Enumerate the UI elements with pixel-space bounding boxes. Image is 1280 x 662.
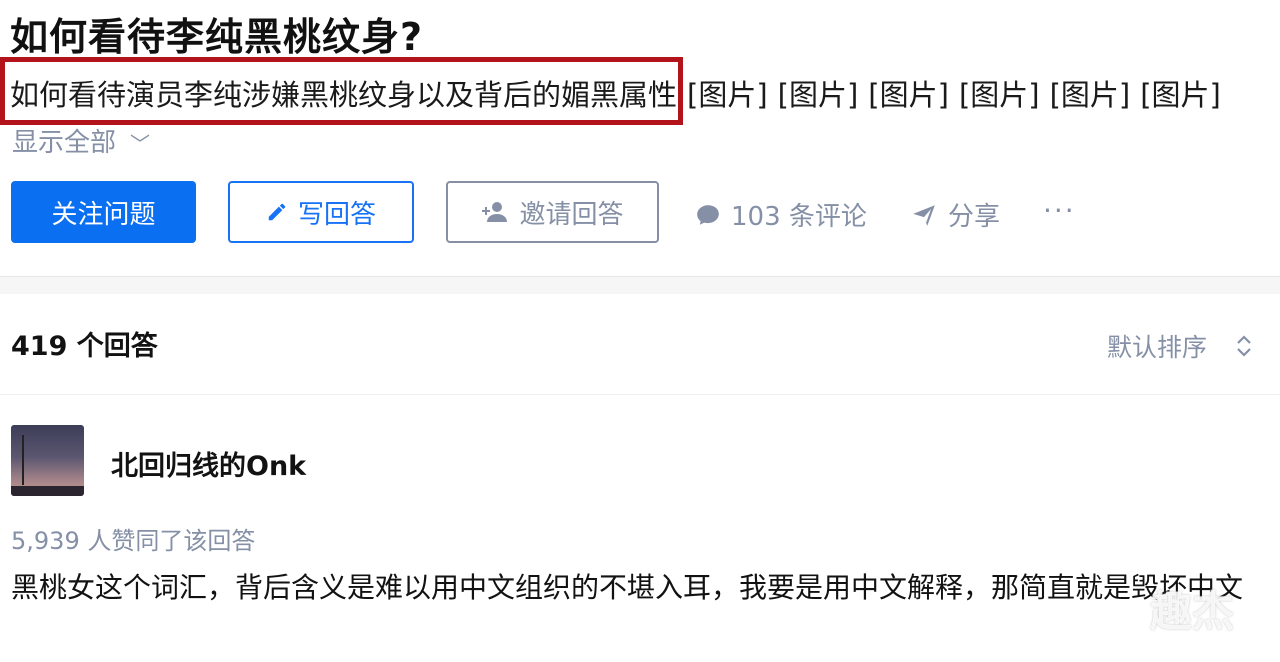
show-all-toggle[interactable]: 显示全部 ﹀ — [12, 122, 150, 154]
add-user-icon — [482, 202, 508, 222]
follow-question-label: 关注问题 — [51, 199, 156, 230]
avatar[interactable] — [11, 425, 84, 496]
watermark: 趣杰 — [1150, 587, 1235, 636]
more-icon[interactable]: ··· — [1043, 194, 1076, 227]
answer-content[interactable]: 黑桃女这个词汇，背后含义是难以用中文组织的不堪入耳，我要是用中文解释，那简直就是… — [11, 566, 1273, 610]
image-tag[interactable]: [图片] — [1140, 78, 1221, 112]
share-label: 分享 — [948, 202, 1001, 232]
sort-label: 默认排序 — [1107, 333, 1208, 362]
comment-icon — [697, 204, 719, 225]
sort-dropdown[interactable]: 默认排序 — [1107, 328, 1253, 364]
divider — [0, 394, 1280, 395]
question-title: 如何看待李纯黑桃纹身? — [10, 15, 424, 59]
image-tag[interactable]: [图片] — [868, 78, 949, 112]
write-answer-button[interactable]: 写回答 — [228, 181, 414, 243]
answer-count: 419 个回答 — [11, 331, 158, 362]
avatar-photo-detail — [22, 435, 24, 485]
answers-section: 419 个回答 默认排序 北回归线的Onk 5,939 人赞同了该回答 黑桃女这… — [0, 294, 1280, 662]
question-detail: 如何看待演员李纯涉嫌黑桃纹身以及背后的媚黑属性 [图片] [图片] [图片] [图片] [… — [10, 72, 1221, 114]
image-tag[interactable]: [图片] — [959, 78, 1040, 112]
invite-answer-label: 邀请回答 — [519, 199, 624, 230]
chevron-down-icon: ﹀ — [130, 132, 151, 154]
comments-button[interactable]: 103 条评论 — [695, 196, 867, 233]
author-name[interactable]: 北回归线的Onk — [111, 444, 306, 483]
paper-plane-icon — [913, 204, 935, 226]
sort-chevrons-icon — [1237, 335, 1251, 357]
question-header: 如何看待李纯黑桃纹身? 如何看待演员李纯涉嫌黑桃纹身以及背后的媚黑属性 [图片] [… — [0, 0, 1280, 277]
image-tag[interactable]: [图片] — [778, 78, 859, 112]
write-answer-label: 写回答 — [297, 199, 376, 230]
follow-question-button[interactable]: 关注问题 — [11, 181, 196, 243]
pencil-icon — [268, 203, 286, 221]
image-tag[interactable]: [图片] — [687, 78, 768, 112]
comments-label: 103 条评论 — [731, 202, 867, 232]
image-tag[interactable]: [图片] — [1050, 78, 1131, 112]
share-button[interactable]: 分享 — [910, 196, 1000, 233]
vote-count: 5,939 人赞同了该回答 — [11, 527, 256, 555]
invite-answer-button[interactable]: 邀请回答 — [446, 181, 659, 243]
show-all-label: 显示全部 — [12, 128, 117, 154]
question-detail-text: 如何看待演员李纯涉嫌黑桃纹身以及背后的媚黑属性 — [10, 78, 678, 112]
avatar-photo-ground — [11, 486, 84, 496]
